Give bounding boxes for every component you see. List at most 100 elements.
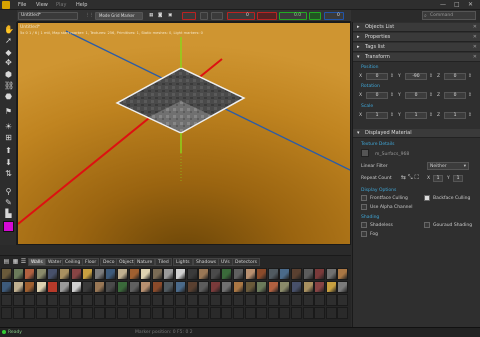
texture-thumbnail[interactable] — [24, 307, 36, 319]
minimize-button[interactable]: — — [440, 1, 446, 9]
texture-thumbnail[interactable] — [59, 307, 70, 319]
texture-thumbnail[interactable] — [175, 268, 186, 280]
texture-thumbnail[interactable] — [279, 268, 291, 280]
texture-thumbnail[interactable] — [70, 268, 82, 280]
hand-tool-icon[interactable]: ✋ — [4, 25, 14, 34]
texture-thumbnail[interactable] — [244, 307, 256, 319]
texture-thumbnail[interactable] — [1, 281, 12, 293]
texture-thumbnail[interactable] — [256, 307, 268, 319]
texture-thumbnail[interactable] — [198, 307, 210, 319]
category-tab[interactable]: Lights — [173, 258, 193, 266]
texture-thumbnail[interactable] — [175, 294, 186, 306]
menu-file[interactable]: File — [18, 2, 26, 8]
texture-thumbnail[interactable] — [325, 268, 337, 280]
texture-thumbnail[interactable] — [117, 281, 128, 293]
move-tool-icon[interactable]: ✥ — [4, 58, 13, 67]
spin-arrows-icon[interactable]: ⇕ — [389, 112, 395, 119]
texture-thumbnail[interactable] — [267, 307, 279, 319]
texture-thumbnail[interactable] — [233, 307, 244, 319]
rotate-toggle[interactable] — [211, 12, 223, 20]
texture-thumbnail[interactable] — [82, 281, 94, 293]
texture-thumbnail[interactable] — [151, 307, 163, 319]
texture-thumbnail[interactable] — [70, 281, 82, 293]
texture-thumbnail[interactable] — [256, 268, 268, 280]
texture-thumbnail[interactable] — [35, 268, 47, 280]
texture-thumbnail[interactable] — [128, 281, 140, 293]
texture-thumbnail[interactable] — [302, 294, 314, 306]
repeat-y-input[interactable]: 1 — [453, 175, 463, 182]
texture-thumbnail[interactable] — [175, 307, 186, 319]
texture-thumbnail[interactable] — [209, 307, 221, 319]
link-tool-icon[interactable]: ⛓ — [4, 81, 14, 90]
texture-thumbnail[interactable] — [302, 268, 314, 280]
folder-icon[interactable]: ▤ — [2, 257, 11, 266]
marker-tool-icon[interactable]: ⬣ — [4, 92, 13, 101]
list-view-icon[interactable]: ☰ — [19, 257, 28, 266]
texture-thumbnail[interactable] — [151, 294, 163, 306]
spin-arrows-icon[interactable]: ⇕ — [467, 73, 473, 80]
texture-thumbnail[interactable] — [221, 294, 233, 306]
texture-thumbnail[interactable] — [1, 294, 12, 306]
texture-thumbnail[interactable] — [209, 294, 221, 306]
scale-x-input[interactable]: 1 — [366, 112, 388, 119]
texture-thumbnail[interactable] — [256, 294, 268, 306]
texture-thumbnail[interactable] — [82, 307, 94, 319]
linear-filter-select[interactable]: Neither ▾ — [427, 162, 469, 170]
transform-header[interactable]: ▾ Transform ✕ — [353, 53, 480, 62]
category-tab[interactable]: Ceiling — [62, 258, 84, 266]
spin-arrows-icon[interactable]: ⇕ — [389, 73, 395, 80]
texture-thumbnail[interactable] — [325, 294, 337, 306]
grid-icon[interactable]: ▦ — [149, 12, 153, 20]
texture-thumbnail[interactable] — [244, 294, 256, 306]
spin-arrows-icon[interactable]: ⇕ — [389, 92, 395, 99]
close-icon[interactable]: ✕ — [473, 53, 477, 62]
texture-thumbnail[interactable] — [233, 294, 244, 306]
zoom-tool-icon[interactable]: ⚲ — [4, 187, 13, 196]
spin-arrows-icon[interactable]: ⇕ — [467, 92, 473, 99]
texture-thumbnail[interactable] — [221, 307, 233, 319]
texture-thumbnail[interactable] — [47, 268, 59, 280]
texture-thumbnail[interactable] — [12, 268, 24, 280]
texture-thumbnail[interactable] — [279, 307, 291, 319]
texture-thumbnail[interactable] — [59, 268, 70, 280]
texture-thumbnail[interactable] — [12, 294, 24, 306]
texture-thumbnail[interactable] — [151, 281, 163, 293]
maximize-button[interactable]: □ — [454, 1, 460, 9]
texture-thumbnail[interactable] — [140, 281, 152, 293]
texture-thumbnail[interactable] — [59, 281, 70, 293]
position-y-input[interactable]: -90 — [405, 73, 427, 80]
tools-icon[interactable]: ⋮⋮ — [85, 12, 94, 20]
arrow-tool-icon[interactable]: ⬆ — [4, 146, 13, 155]
category-tab[interactable]: Floor — [82, 258, 100, 266]
texture-thumbnail[interactable] — [24, 294, 36, 306]
snap-toggle[interactable] — [200, 12, 208, 20]
axis-x-toggle[interactable] — [182, 12, 196, 20]
texture-thumbnail[interactable] — [93, 281, 105, 293]
texture-thumbnail[interactable] — [209, 281, 221, 293]
texture-thumbnail[interactable] — [151, 268, 163, 280]
texture-thumbnail[interactable] — [1, 307, 12, 319]
panel-splitter[interactable] — [0, 245, 351, 255]
pin-tool-icon[interactable]: ⚑ — [4, 107, 13, 116]
texture-thumbnail[interactable] — [93, 307, 105, 319]
texture-thumbnail[interactable] — [314, 268, 326, 280]
texture-thumbnail[interactable] — [198, 268, 210, 280]
category-tab[interactable]: Detectors — [232, 258, 260, 266]
texture-thumbnail[interactable] — [105, 294, 117, 306]
texture-thumbnail[interactable] — [337, 294, 349, 306]
spin-arrows-icon[interactable]: ⇕ — [428, 112, 434, 119]
category-tab[interactable]: Nature — [134, 258, 156, 266]
spin-arrows-icon[interactable]: ⇕ — [428, 92, 434, 99]
texture-thumbnail[interactable] — [325, 307, 337, 319]
texture-thumbnail[interactable] — [128, 268, 140, 280]
paint-tool-icon[interactable]: ✎ — [4, 198, 13, 207]
texture-thumbnail[interactable] — [221, 281, 233, 293]
texture-thumbnail[interactable] — [105, 307, 117, 319]
texture-thumbnail[interactable] — [140, 307, 152, 319]
texture-thumbnail[interactable] — [163, 294, 175, 306]
texture-thumbnail[interactable] — [244, 268, 256, 280]
diamond-tool-icon[interactable]: ◆ — [4, 48, 13, 57]
spin-arrows-icon[interactable]: ⇕ — [467, 112, 473, 119]
scene-canvas[interactable] — [18, 23, 351, 245]
texture-thumbnail[interactable] — [35, 307, 47, 319]
